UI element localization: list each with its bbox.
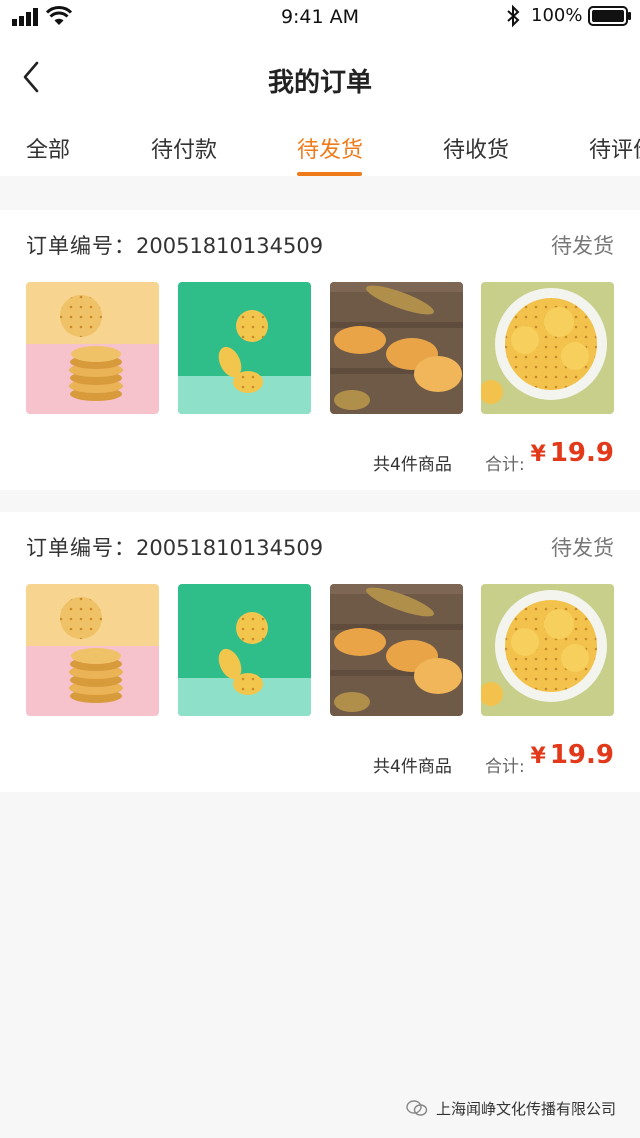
order-tabs: 全部 待付款 待发货 待收货 待评价 bbox=[0, 116, 640, 176]
order-status: 待发货 bbox=[551, 536, 614, 560]
order-total: ¥19.9 bbox=[531, 438, 614, 468]
tab-pending-payment[interactable]: 待付款 bbox=[151, 132, 217, 164]
order-number: 订单编号：20051810134509 bbox=[26, 230, 323, 260]
item-count: 共4件商品 bbox=[373, 757, 452, 777]
total-label: 合计: bbox=[485, 757, 525, 777]
bluetooth-icon bbox=[507, 4, 520, 28]
product-image-cracker-stack[interactable] bbox=[26, 282, 159, 414]
tab-pending-shipment[interactable]: 待发货 bbox=[297, 132, 363, 164]
tab-pending-review[interactable]: 待评价 bbox=[589, 132, 640, 164]
order-total: ¥19.9 bbox=[531, 740, 614, 770]
battery-icon bbox=[588, 6, 631, 26]
product-image-oval-biscuits[interactable] bbox=[330, 282, 463, 414]
product-image-cracker-stack[interactable] bbox=[26, 584, 159, 716]
total-label: 合计: bbox=[485, 455, 525, 475]
product-images bbox=[26, 584, 614, 716]
product-image-oval-biscuits[interactable] bbox=[330, 584, 463, 716]
active-tab-indicator bbox=[297, 172, 362, 176]
nav-bar: 我的订单 bbox=[0, 36, 640, 116]
status-bar: 9:41 AM 100% bbox=[0, 0, 640, 36]
page-title: 我的订单 bbox=[267, 68, 372, 98]
order-card[interactable]: 订单编号：20051810134509 待发货 共4件商品 合计: ¥ 19.9 bbox=[0, 512, 640, 792]
product-image-falling-crackers[interactable] bbox=[178, 584, 311, 716]
tab-pending-receipt[interactable]: 待收货 bbox=[443, 132, 509, 164]
product-image-falling-crackers[interactable] bbox=[178, 282, 311, 414]
order-number: 订单编号：20051810134509 bbox=[26, 532, 323, 562]
product-image-cracker-bowl[interactable] bbox=[481, 584, 614, 716]
wechat-icon bbox=[406, 1100, 428, 1116]
currency-symbol: ¥ bbox=[530, 744, 546, 769]
order-total-value: 19.9 bbox=[549, 438, 614, 468]
item-count: 共4件商品 bbox=[373, 455, 452, 475]
watermark: 上海闻峥文化传播有限公司 bbox=[406, 1098, 616, 1119]
watermark-text: 上海闻峥文化传播有限公司 bbox=[436, 1100, 617, 1118]
product-images bbox=[26, 282, 614, 414]
order-number-value: 20051810134509 bbox=[136, 234, 324, 258]
order-number-label: 订单编号： bbox=[26, 536, 136, 560]
product-image-cracker-bowl[interactable] bbox=[481, 282, 614, 414]
battery-percent: 100% bbox=[531, 5, 583, 26]
tab-all[interactable]: 全部 bbox=[26, 132, 70, 164]
order-total-value: 19.9 bbox=[549, 740, 614, 770]
order-number-value: 20051810134509 bbox=[136, 536, 324, 560]
order-number-label: 订单编号： bbox=[26, 234, 136, 258]
order-status: 待发货 bbox=[551, 234, 614, 258]
order-card[interactable]: 订单编号：20051810134509 待发货 共4件商品 合计: ¥ 19.9 bbox=[0, 210, 640, 490]
currency-symbol: ¥ bbox=[530, 442, 546, 467]
